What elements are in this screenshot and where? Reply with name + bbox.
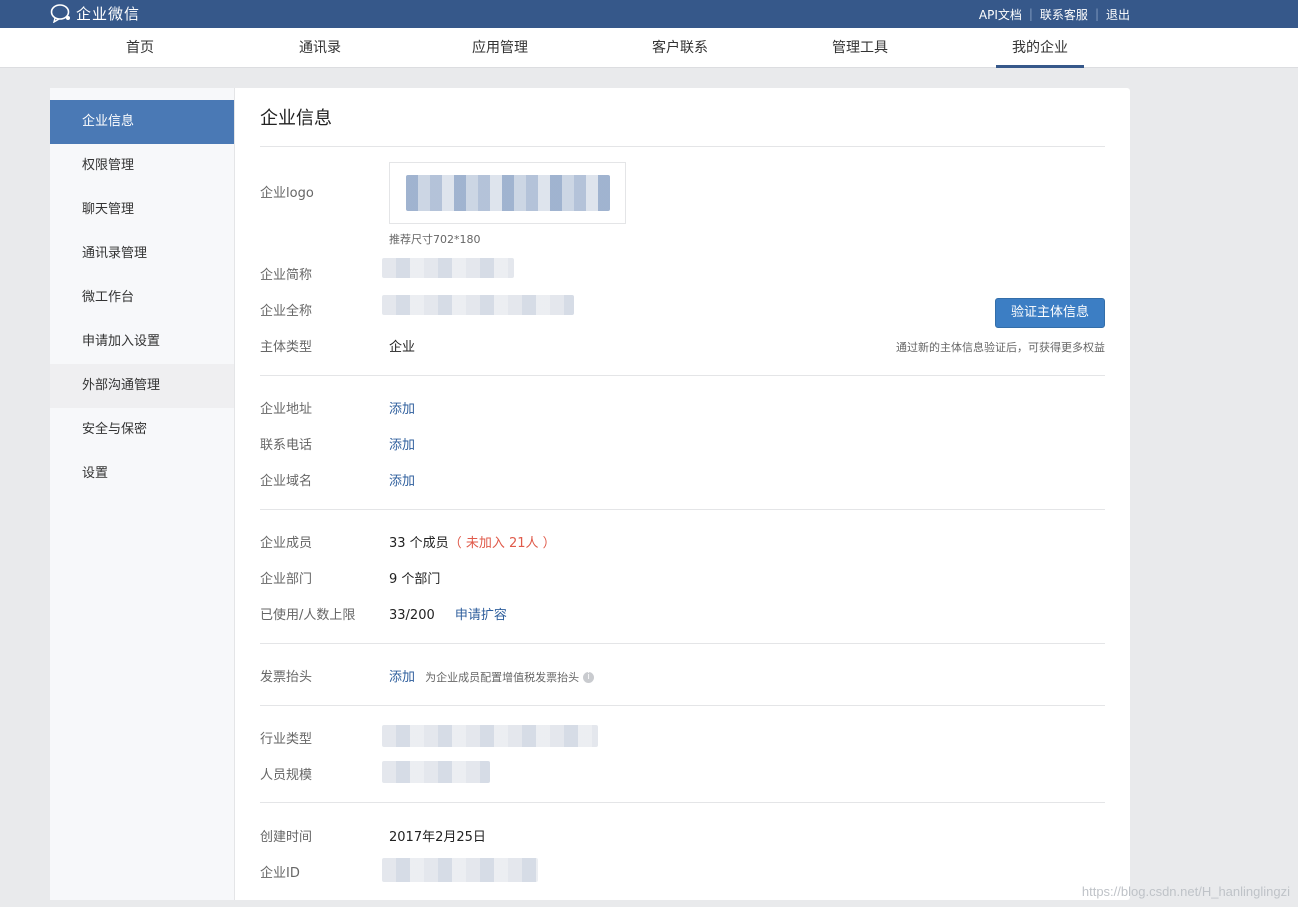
nav-management-tools[interactable]: 管理工具 [816,28,904,68]
top-links: API文档 | 联系客服 | 退出 [979,0,1130,28]
address-label: 企业地址 [260,402,313,417]
short-name-label: 企业简称 [260,268,313,283]
logo-text: 企业微信 [76,4,141,23]
divider [260,509,1105,510]
app-logo[interactable]: 企业微信 [50,2,140,24]
industry-value [382,725,598,747]
full-name-value [382,295,574,315]
main-nav: 首页 通讯录 应用管理 客户联系 管理工具 我的企业 [0,28,1298,68]
divider [260,643,1105,644]
link-separator: | [1094,7,1099,21]
sidebar-item-chat-management[interactable]: 聊天管理 [50,188,234,232]
sidebar-item-settings[interactable]: 设置 [50,452,234,496]
members-count: 33 个成员 [389,536,449,551]
divider [260,705,1105,706]
invoice-value: 添加 为企业成员配置增值税发票抬头 i [389,666,595,685]
member-limit-count: 33/200 [389,608,435,623]
nav-customer-contact[interactable]: 客户联系 [636,28,724,68]
logo-size-hint: 推荐尺寸702*180 [389,233,481,246]
members-value: 33 个成员（ 未加入 21人 ） [389,532,556,551]
industry-label: 行业类型 [260,732,313,747]
verify-entity-button[interactable]: 验证主体信息 [995,298,1105,328]
invoice-hint: 为企业成员配置增值税发票抬头 [425,671,580,684]
sidebar-item-join-settings[interactable]: 申请加入设置 [50,320,234,364]
apply-expansion-link[interactable]: 申请扩容 [455,608,507,623]
nav-my-enterprise[interactable]: 我的企业 [996,28,1084,68]
sidebar-item-enterprise-info[interactable]: 企业信息 [50,100,234,144]
scale-label: 人员规模 [260,768,313,783]
nav-contacts[interactable]: 通讯录 [276,28,364,68]
contact-support-link[interactable]: 联系客服 [1040,6,1088,23]
add-phone-link[interactable]: 添加 [389,434,415,453]
sidebar: 企业信息 权限管理 聊天管理 通讯录管理 微工作台 申请加入设置 外部沟通管理 … [50,88,235,900]
member-limit-value: 33/200 申请扩容 [389,604,507,623]
corp-id-label: 企业ID [260,866,300,881]
content-area: 企业信息 企业logo 推荐尺寸702*180 企业简称 企业全称 主体类型 企… [260,88,1105,900]
add-address-link[interactable]: 添加 [389,398,415,417]
short-name-value [382,258,514,278]
logo-label: 企业logo [260,186,314,201]
main-panel: 企业信息 权限管理 聊天管理 通讯录管理 微工作台 申请加入设置 外部沟通管理 … [50,88,1130,900]
wework-logo-icon [50,4,70,23]
sidebar-item-external-communication[interactable]: 外部沟通管理 [50,364,234,408]
api-docs-link[interactable]: API文档 [979,6,1022,23]
full-name-label: 企业全称 [260,304,313,319]
members-unjoined[interactable]: （ 未加入 21人 ） [449,536,556,551]
departments-value: 9 个部门 [389,572,441,587]
divider [260,375,1105,376]
members-label: 企业成员 [260,536,313,551]
corp-id-value [382,858,538,882]
divider [260,146,1105,147]
scale-value [382,761,490,783]
logo-upload-box[interactable] [389,162,626,224]
member-limit-label: 已使用/人数上限 [260,608,356,623]
verify-hint: 通过新的主体信息验证后，可获得更多权益 [896,341,1105,354]
departments-label: 企业部门 [260,572,313,587]
entity-type-label: 主体类型 [260,340,313,355]
enterprise-logo-image [406,175,610,211]
top-bar: 企业微信 API文档 | 联系客服 | 退出 [0,0,1298,28]
created-time-value: 2017年2月25日 [389,830,486,845]
domain-label: 企业域名 [260,474,313,489]
page-title: 企业信息 [260,108,332,129]
nav-home[interactable]: 首页 [96,28,184,68]
phone-label: 联系电话 [260,438,313,453]
logout-link[interactable]: 退出 [1106,6,1130,23]
invoice-label: 发票抬头 [260,670,313,685]
add-domain-link[interactable]: 添加 [389,470,415,489]
sidebar-item-security[interactable]: 安全与保密 [50,408,234,452]
divider [260,802,1105,803]
info-icon[interactable]: i [583,672,595,683]
entity-type-value: 企业 [389,340,416,355]
link-separator: | [1028,7,1033,21]
add-invoice-link[interactable]: 添加 [389,670,415,685]
nav-app-management[interactable]: 应用管理 [456,28,544,68]
created-time-label: 创建时间 [260,830,313,845]
sidebar-item-permissions[interactable]: 权限管理 [50,144,234,188]
sidebar-item-workbench[interactable]: 微工作台 [50,276,234,320]
watermark: https://blog.csdn.net/H_hanlinglingzi [1081,884,1290,899]
sidebar-item-contacts-management[interactable]: 通讯录管理 [50,232,234,276]
